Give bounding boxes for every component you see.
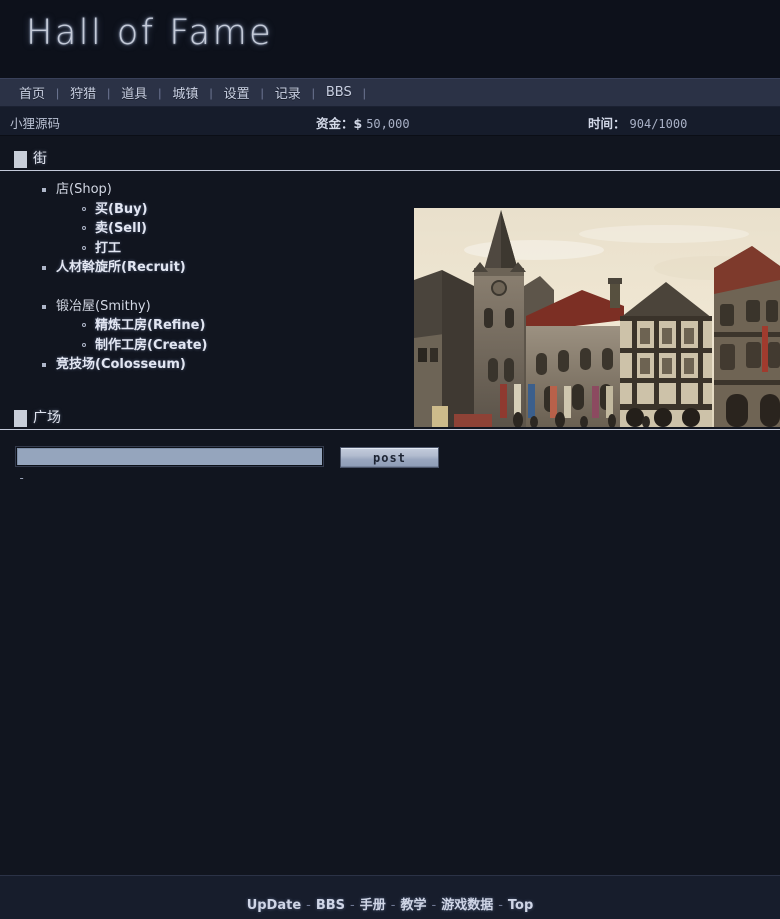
menu-label-shop: 店(Shop) [56, 182, 112, 197]
footer-link-bar: UpDate-BBS-手册-教学-游戏数据-Top [0, 876, 780, 913]
nav-bbs[interactable]: BBS [315, 85, 363, 100]
menu-label-smithy: 锻冶屋(Smithy) [56, 299, 151, 314]
nav-records[interactable]: 记录 [264, 83, 312, 102]
footer-separator: - [495, 898, 506, 913]
status-time-separator: ： [613, 116, 626, 131]
footer-link-tutorial[interactable]: 教学 [398, 898, 428, 913]
footer-separator: - [347, 898, 358, 913]
status-money: 资金：$ 50,000 [316, 113, 410, 132]
nav-town[interactable]: 城镇 [161, 83, 209, 102]
plaza-body: post - [0, 430, 780, 482]
town-square-photo [414, 208, 780, 427]
section-marker-icon-plaza [14, 410, 27, 427]
section-header-street: 街 [0, 148, 780, 171]
status-money-separator: ：$ [341, 116, 362, 131]
nav-hunt[interactable]: 狩猎 [59, 83, 107, 102]
nav-separator: | [363, 86, 366, 100]
menu-link-recruit[interactable]: 人材斡旋所(Recruit) [56, 260, 186, 275]
page-footer: UpDate-BBS-手册-教学-游戏数据-Top [0, 875, 780, 919]
status-money-label: 资金 [316, 116, 341, 131]
status-bar: 小狸源码 资金：$ 50,000 时间： 904/1000 [0, 107, 780, 136]
menu-link-parttime[interactable]: 打工 [95, 241, 121, 256]
status-time-value: 904/1000 [630, 117, 688, 131]
footer-link-gamedata[interactable]: 游戏数据 [439, 898, 495, 913]
plaza-empty-marker: - [18, 474, 780, 482]
menu-link-buy[interactable]: 买(Buy) [95, 202, 148, 217]
menu-link-create[interactable]: 制作工房(Create) [95, 338, 207, 353]
section-marker-icon [14, 151, 27, 168]
footer-separator: - [303, 898, 314, 913]
footer-link-manual[interactable]: 手册 [358, 898, 388, 913]
status-time-label: 时间 [588, 116, 613, 131]
plaza-post-button[interactable]: post [340, 447, 439, 468]
site-title: Hall of Fame [26, 13, 273, 53]
page-content: 街 店(Shop) 买(Buy) 卖(Sell) 打工 人材斡旋所(Recrui… [0, 148, 780, 888]
menu-link-colosseum[interactable]: 竞技场(Colosseum) [56, 357, 186, 372]
footer-link-update[interactable]: UpDate [245, 898, 303, 913]
plaza-message-input[interactable] [16, 447, 323, 466]
footer-separator: - [388, 898, 399, 913]
street-body: 店(Shop) 买(Buy) 卖(Sell) 打工 人材斡旋所(Recruit)… [0, 180, 780, 395]
main-navigation: 首页|狩猎|道具|城镇|设置|记录|BBS| [0, 78, 780, 107]
plaza-post-form: post [16, 447, 780, 468]
nav-home[interactable]: 首页 [8, 83, 56, 102]
footer-separator: - [428, 898, 439, 913]
nav-settings[interactable]: 设置 [213, 83, 261, 102]
status-money-value: 50,000 [366, 117, 409, 131]
section-title-street: 街 [33, 151, 47, 168]
footer-link-bbs[interactable]: BBS [314, 898, 347, 913]
status-username: 小狸源码 [10, 113, 60, 132]
status-time: 时间： 904/1000 [588, 113, 687, 132]
menu-link-sell[interactable]: 卖(Sell) [95, 221, 147, 236]
section-title-plaza: 广场 [33, 410, 61, 427]
nav-items[interactable]: 道具 [110, 83, 158, 102]
masthead: Hall of Fame [0, 0, 780, 78]
footer-link-top[interactable]: Top [506, 898, 535, 913]
town-square-illustration [414, 208, 780, 427]
menu-link-refine[interactable]: 精炼工房(Refine) [95, 318, 205, 333]
